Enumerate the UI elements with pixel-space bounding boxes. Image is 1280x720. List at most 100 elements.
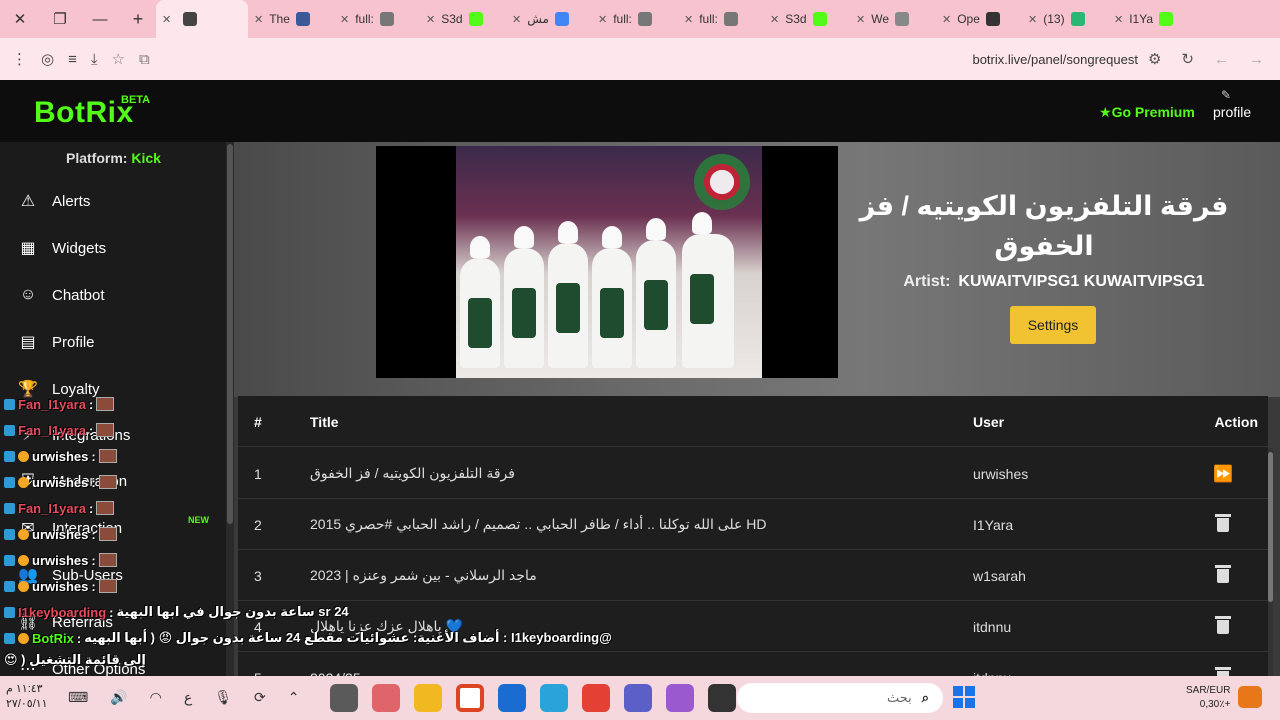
file-explorer-icon[interactable] [414,684,442,712]
new-tab-button[interactable]: + [120,9,156,30]
chat-username[interactable]: urwishes [32,579,88,594]
trash-icon[interactable] [1215,564,1231,583]
taskbar: ١١:٤٣ م ٢٧/٠٥/١١ ⌨ 🔊 ◠ ع 🎙 ⟳ ⌃ بحث ⌕ SAR/E… [0,676,1280,720]
address-bar-row: ⋮ ◎ ≡ ⤓ ☆ ⧉ botrix.live/panel/songreques… [0,38,1280,80]
widget-icon[interactable] [1238,686,1262,708]
site-settings-icon[interactable]: ⚙ [1148,50,1161,68]
close-tab-icon[interactable]: ✕ [598,13,607,26]
favicon-icon [468,12,483,26]
close-tab-icon[interactable]: ✕ [254,13,263,26]
browser-tab[interactable]: ✕ We [850,0,936,38]
close-window-icon[interactable]: ✕ [0,0,40,38]
chat-username[interactable]: urwishes [32,553,88,568]
close-tab-icon[interactable]: ✕ [942,13,951,26]
wifi-icon[interactable]: ◠ [150,689,162,706]
sync-icon[interactable]: ⟳ [254,689,266,706]
terminal-icon[interactable] [708,684,736,712]
favicon-icon [295,12,310,26]
chat-username[interactable]: Fan_I1yara [18,501,86,516]
currency-widget[interactable]: SAR/EUR 0,30٪+ [1186,684,1230,712]
chevron-up-icon[interactable]: ⌃ [288,689,300,706]
row-action[interactable] [1188,550,1258,601]
close-tab-icon[interactable]: ✕ [162,13,171,26]
chat-username[interactable]: urwishes [32,449,88,464]
keyboard-icon[interactable]: ⌨ [68,689,88,706]
queue-scroll-thumb[interactable] [1268,452,1273,602]
close-tab-icon[interactable]: ✕ [1114,13,1123,26]
browser-tab[interactable]: ✕ full: [334,0,420,38]
account-icon[interactable]: ◎ [41,50,54,68]
media-icon[interactable]: ≡ [68,51,77,68]
chat-username[interactable]: BotRix [32,631,74,646]
browser-tab[interactable]: ✕ [156,0,248,38]
sidebar-item-profile[interactable]: ▤ Profile [18,329,94,355]
video-player[interactable] [376,146,838,378]
sidebar-item-chatbot[interactable]: ☺ Chatbot [18,282,105,308]
row-action[interactable]: ⏩ [1188,448,1258,499]
teams-icon[interactable] [624,684,652,712]
settings-button[interactable]: Settings [1010,306,1096,344]
address-input[interactable]: botrix.live/panel/songrequest [220,44,1148,74]
chat-username[interactable]: Fan_I1yara [18,423,86,438]
close-tab-icon[interactable]: ✕ [1028,13,1037,26]
close-tab-icon[interactable]: ✕ [340,13,349,26]
close-tab-icon[interactable]: ✕ [426,13,435,26]
close-tab-icon[interactable]: ✕ [770,13,779,26]
browser-tab[interactable]: ✕ The [248,0,334,38]
opera-icon[interactable] [456,684,484,712]
chat-text: إلى قائمة التشغيل ( 😍 [4,652,146,667]
row-action[interactable] [1188,601,1258,652]
edge-icon[interactable] [540,684,568,712]
restore-window-icon[interactable]: ❐ [40,0,80,38]
chat-username[interactable]: I1keyboarding [18,605,106,620]
reload-icon[interactable]: ↻ [1181,50,1194,68]
chrome-pink-icon[interactable] [372,684,400,712]
microphone-icon[interactable]: 🎙 [214,689,232,706]
browser-tab[interactable]: ✕ Ope [936,0,1022,38]
go-premium-link[interactable]: ★Go Premium [1099,104,1195,121]
chat-username[interactable]: urwishes [32,527,88,542]
menu-icon[interactable]: ⋮ [12,50,27,68]
chat-username[interactable]: urwishes [32,475,88,490]
kick-badge-icon [4,632,15,644]
language-indicator[interactable]: ع [184,689,192,706]
download-icon[interactable]: ⤓ [91,51,98,68]
browser-tab[interactable]: ✕ I1Ya [1108,0,1194,38]
browser-tab[interactable]: ✕ full: [592,0,678,38]
row-action[interactable] [1188,499,1258,550]
chat-message: Fan_I1yara: [4,420,115,440]
botrix-logo[interactable]: BotRix [34,96,134,130]
bookmark-icon[interactable]: ☆ [112,50,125,68]
sidebar-item-alerts[interactable]: ⚠ Alerts [18,188,91,214]
minimize-window-icon[interactable]: — [80,0,120,38]
sidebar-item-widgets[interactable]: ▦ Widgets [18,235,106,261]
chat-username[interactable]: Fan_I1yara [18,397,86,412]
forward-icon[interactable]: → [1249,51,1264,68]
browser-tab[interactable]: ✕ (13) [1022,0,1108,38]
clock[interactable]: ١١:٤٣ م ٢٧/٠٥/١١ [6,682,48,712]
trash-icon[interactable] [1215,513,1231,532]
chrome-icon[interactable] [582,684,610,712]
skip-icon[interactable]: ⏩ [1213,464,1233,484]
row-user: itdnnu [973,618,1012,635]
close-tab-icon[interactable]: ✕ [512,13,521,26]
close-tab-icon[interactable]: ✕ [856,13,865,26]
copilot-icon[interactable] [666,684,694,712]
id-card-icon: ▤ [20,334,36,351]
outlook-icon[interactable] [498,684,526,712]
windows-start-icon[interactable] [953,686,975,708]
grid-icon: ▦ [20,240,36,257]
profile-link[interactable]: ✎ profile [1213,88,1251,120]
close-tab-icon[interactable]: ✕ [684,13,693,26]
extensions-icon[interactable]: ⧉ [139,51,150,68]
browser-tab[interactable]: ✕ مش [506,0,592,38]
taskbar-search[interactable]: بحث ⌕ [737,683,943,713]
browser-tab[interactable]: ✕ S3d [420,0,506,38]
back-icon[interactable]: ← [1214,51,1229,68]
browser-tab[interactable]: ✕ full: [678,0,764,38]
trash-icon[interactable] [1215,615,1231,634]
volume-icon[interactable]: 🔊 [110,689,127,706]
chat-colon: : [91,578,96,594]
app-icon[interactable] [330,684,358,712]
browser-tab[interactable]: ✕ S3d [764,0,850,38]
